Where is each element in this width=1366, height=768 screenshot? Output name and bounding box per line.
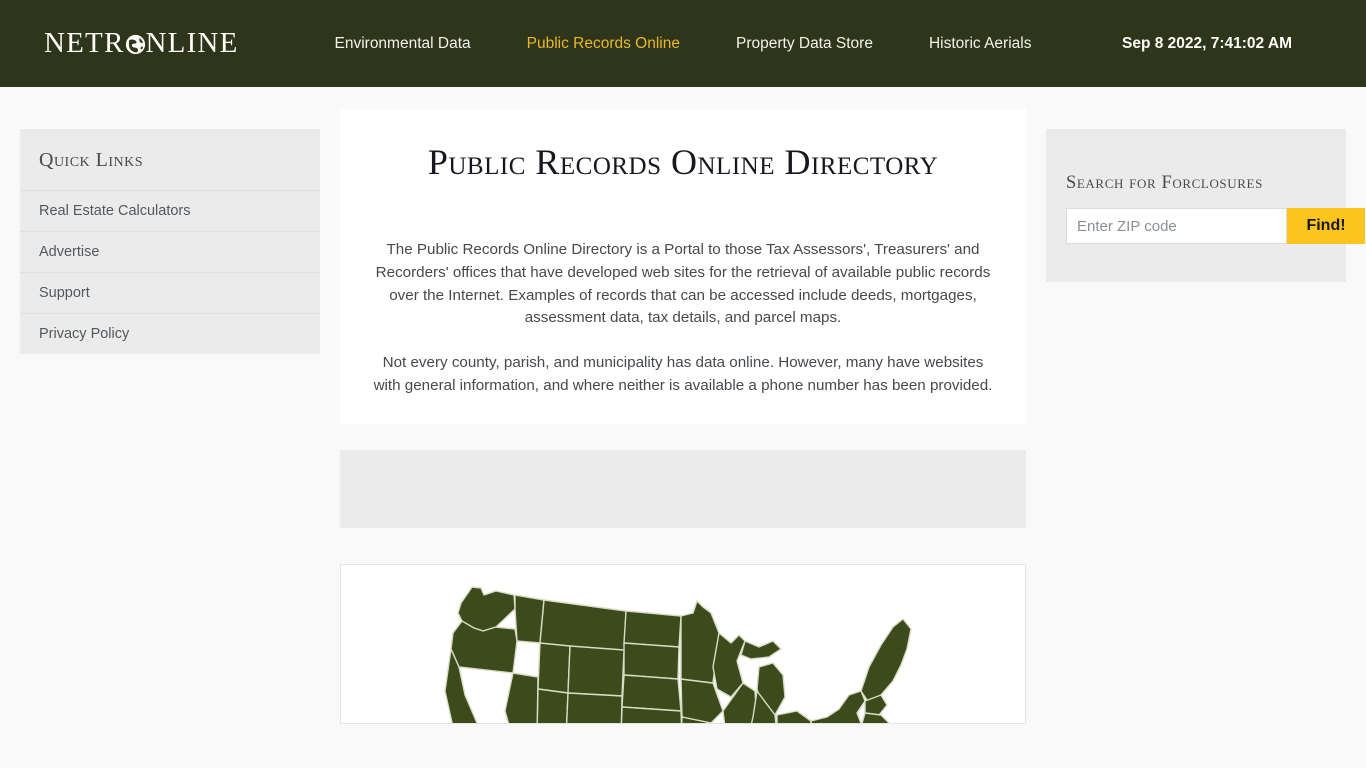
intro-text: The Public Records Online Directory is a… [340,239,1026,398]
brand-logo[interactable]: NETR NLINE [44,29,239,58]
find-button[interactable]: Find! [1287,208,1365,244]
foreclosure-search-card: Search for Forclosures Find! [1046,129,1365,282]
advertisement-placeholder [340,449,1026,528]
brand-text-before: NETR [44,27,125,59]
nav-item-environmental-data[interactable]: Environmental Data [307,29,499,59]
page-title: Public Records Online Directory [427,142,939,182]
brand-logo-text: NETR NLINE [44,29,239,58]
sidebar-item-real-estate-calculators[interactable]: Real Estate Calculators [20,190,320,231]
foreclosure-search-form: Find! [1066,208,1365,244]
nav-item-historic-aerials[interactable]: Historic Aerials [901,29,1060,59]
main-content: Public Records Online Directory The Publ… [340,109,1026,724]
intro-paragraph-2: Not every county, parish, and municipali… [373,354,993,394]
intro-paragraph-1: The Public Records Online Directory is a… [375,241,991,327]
left-sidebar: Quick Links Real Estate Calculators Adve… [20,129,320,354]
globe-icon [125,34,146,55]
sidebar-item-support[interactable]: Support [20,272,320,313]
quick-links-title: Quick Links [39,149,144,171]
united-states-map[interactable] [341,571,1025,723]
sidebar-item-advertise[interactable]: Advertise [20,231,320,272]
nav-item-public-records-online[interactable]: Public Records Online [499,29,708,59]
search-panel-title: Search for Forclosures [1066,173,1263,193]
brand-text-after: NLINE [145,27,239,59]
site-header: NETR NLINE Environmental Data Public Rec… [0,0,1366,87]
nav-item-property-data-store[interactable]: Property Data Store [708,29,901,59]
header-clock: Sep 8 2022, 7:41:02 AM [1121,34,1292,52]
intro-card: Public Records Online Directory The Publ… [340,109,1026,424]
main-navigation: Environmental Data Public Records Online… [307,29,1092,59]
quick-links-card: Quick Links Real Estate Calculators Adve… [20,129,320,354]
page-body: Quick Links Real Estate Calculators Adve… [0,87,1366,768]
right-sidebar: Search for Forclosures Find! [1046,129,1365,282]
sidebar-item-privacy-policy[interactable]: Privacy Policy [20,313,320,354]
map-card [340,563,1026,724]
zip-code-input[interactable] [1066,208,1287,244]
